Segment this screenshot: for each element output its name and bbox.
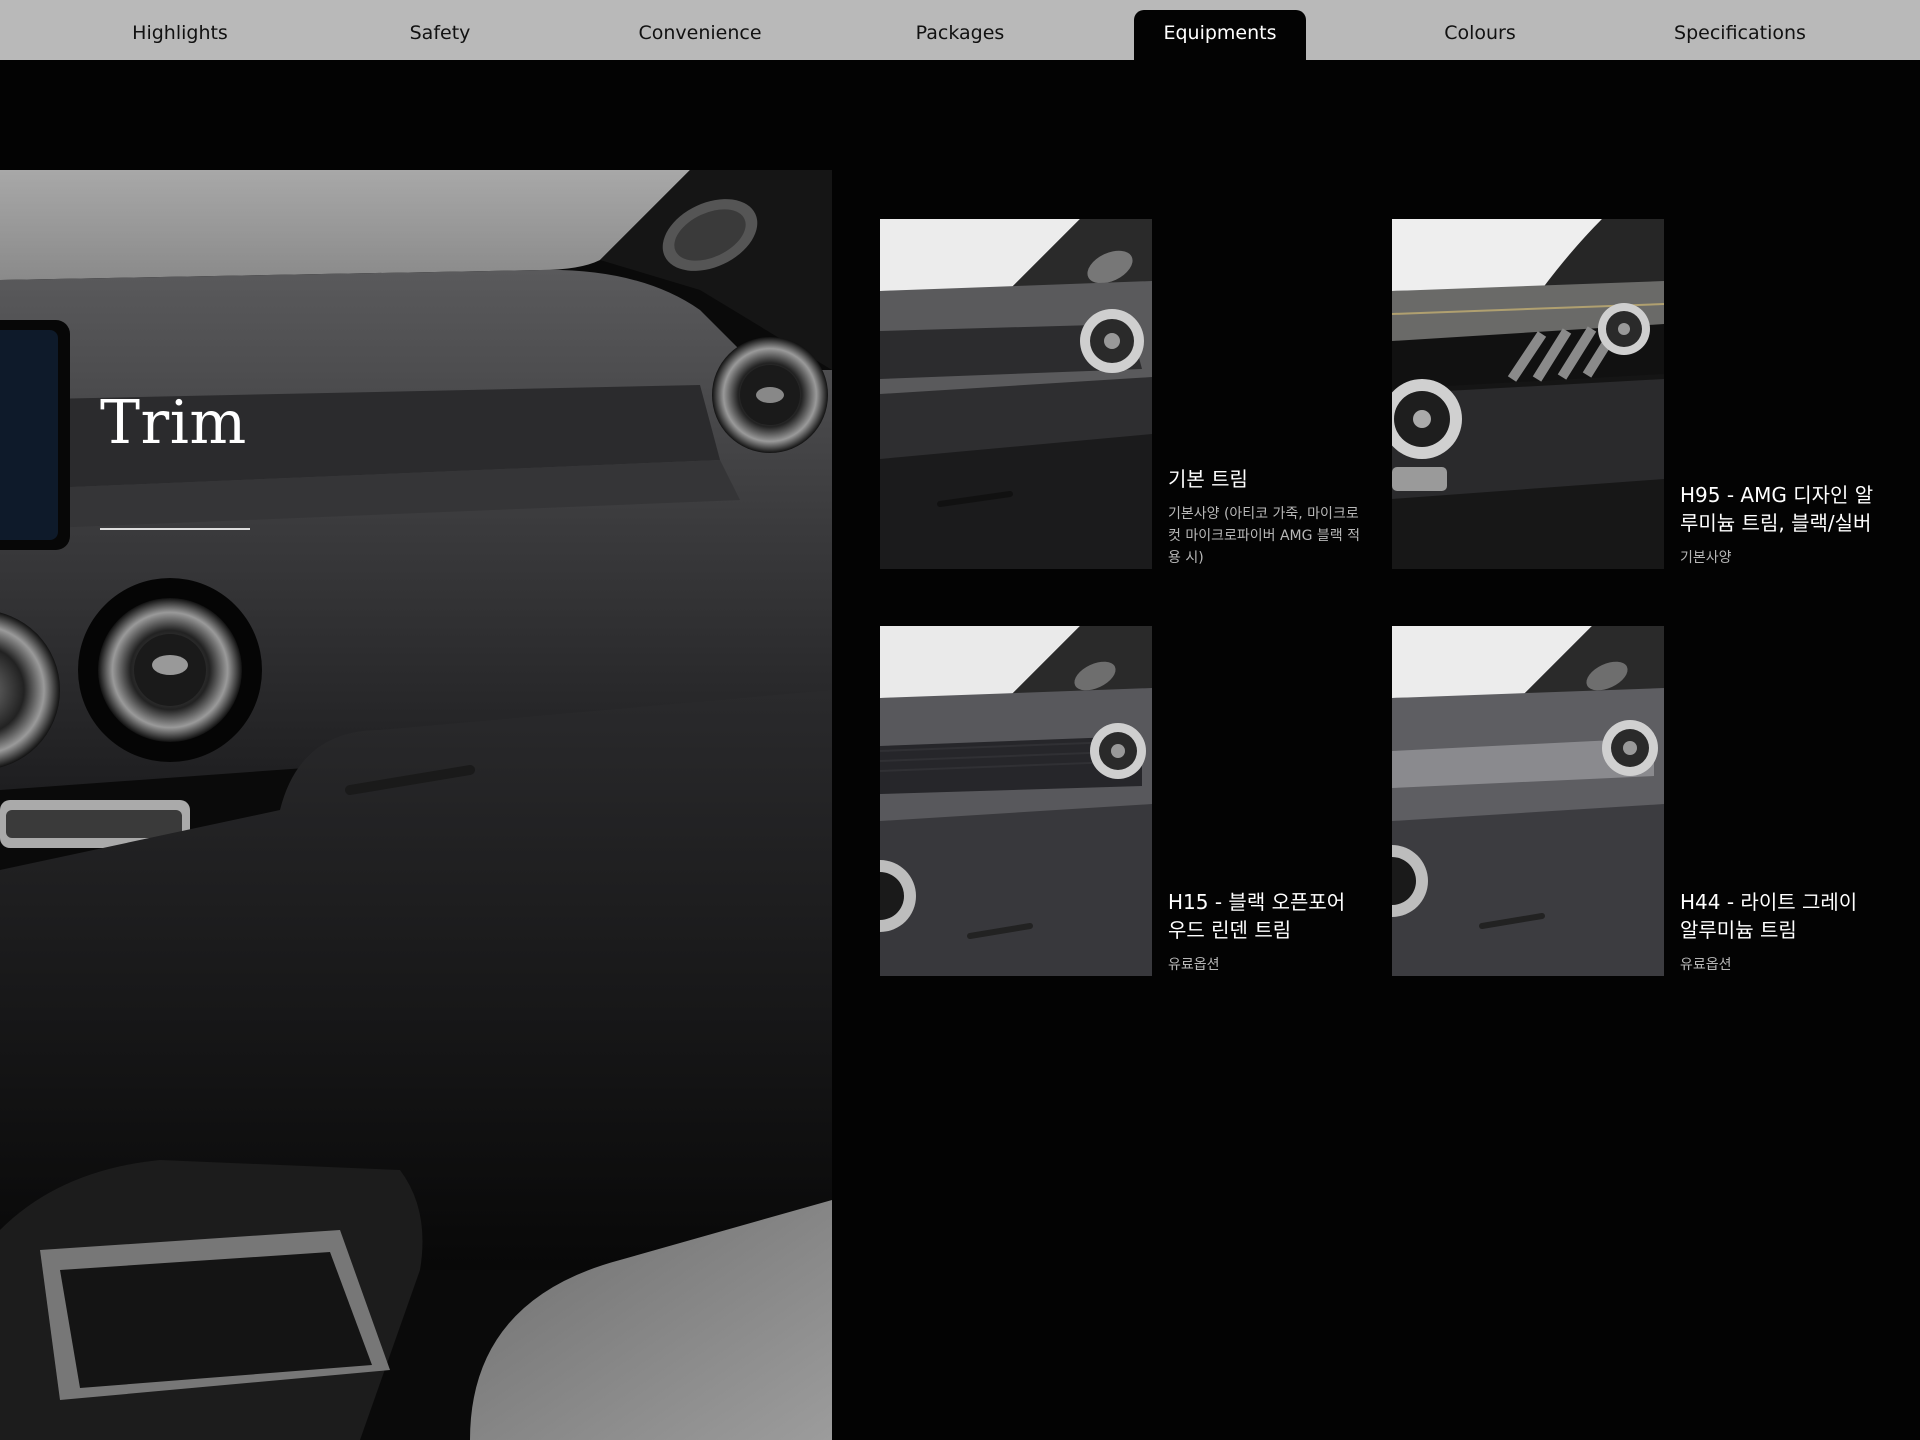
tab-specifications[interactable]: Specifications xyxy=(1654,10,1826,60)
trim-image-amg xyxy=(1392,219,1664,569)
trim-thumbnail xyxy=(880,219,1152,569)
page-title: Trim xyxy=(100,388,247,458)
trim-card[interactable]: H15 - 블랙 오픈포어 우드 린덴 트림 유료옵션 xyxy=(880,626,1360,976)
trim-image-standard xyxy=(880,219,1152,569)
trim-thumbnail xyxy=(1392,219,1664,569)
trim-description: 기본사양 (아티코 가죽, 마이크로컷 마이크로파이버 AMG 블랙 적용 시) xyxy=(1168,506,1360,566)
tab-highlights[interactable]: Highlights xyxy=(94,10,266,60)
trim-info: 기본 트림 기본사양 (아티코 가죽, 마이크로컷 마이크로파이버 AMG 블랙… xyxy=(1168,465,1363,569)
trim-info: H15 - 블랙 오픈포어 우드 린덴 트림 유료옵션 xyxy=(1168,888,1363,976)
tab-packages[interactable]: Packages xyxy=(874,10,1046,60)
title-underline xyxy=(100,528,250,530)
trim-description: 유료옵션 xyxy=(1680,957,1732,973)
trim-card[interactable]: 기본 트림 기본사양 (아티코 가죽, 마이크로컷 마이크로파이버 AMG 블랙… xyxy=(880,219,1360,569)
trim-thumbnail xyxy=(880,626,1152,976)
section-nav: Highlights Safety Convenience Packages E… xyxy=(0,0,1920,60)
trim-card[interactable]: H95 - AMG 디자인 알루미늄 트림, 블랙/실버 기본사양 xyxy=(1392,219,1875,569)
trim-image-grey xyxy=(1392,626,1664,976)
tab-equipments[interactable]: Equipments xyxy=(1134,10,1306,60)
tab-colours[interactable]: Colours xyxy=(1394,10,1566,60)
tab-convenience[interactable]: Convenience xyxy=(614,10,786,60)
trim-thumbnail xyxy=(1392,626,1664,976)
trim-info: H95 - AMG 디자인 알루미늄 트림, 블랙/실버 기본사양 xyxy=(1680,481,1875,569)
trim-description: 기본사양 xyxy=(1680,550,1732,566)
trim-image-wood xyxy=(880,626,1152,976)
trim-name: H95 - AMG 디자인 알루미늄 트림, 블랙/실버 xyxy=(1680,483,1874,535)
trim-name: 기본 트림 xyxy=(1168,467,1248,491)
trim-card[interactable]: H44 - 라이트 그레이 알루미늄 트림 유료옵션 xyxy=(1392,626,1872,976)
hero-image: Trim xyxy=(0,170,832,1440)
trim-name: H15 - 블랙 오픈포어 우드 린덴 트림 xyxy=(1168,890,1346,942)
car-interior-dashboard-image xyxy=(0,170,832,1440)
trim-name: H44 - 라이트 그레이 알루미늄 트림 xyxy=(1680,890,1858,942)
trim-description: 유료옵션 xyxy=(1168,957,1220,973)
tab-safety[interactable]: Safety xyxy=(354,10,526,60)
trim-info: H44 - 라이트 그레이 알루미늄 트림 유료옵션 xyxy=(1680,888,1875,976)
